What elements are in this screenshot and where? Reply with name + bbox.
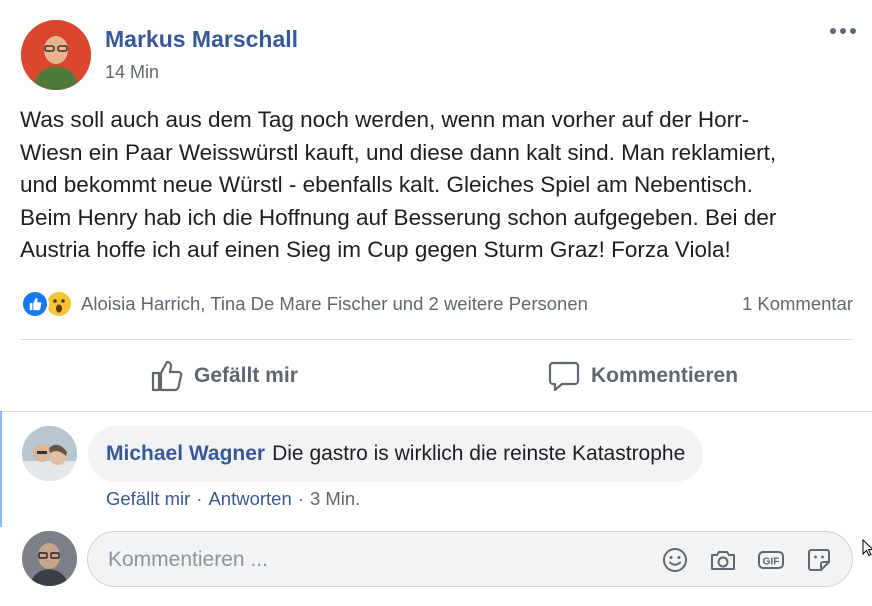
- comment-composer: GIF: [87, 531, 853, 588]
- wow-icon: [45, 290, 73, 318]
- meta-separator: ·: [196, 488, 203, 509]
- comment-like-link[interactable]: Gefällt mir: [106, 488, 190, 510]
- comment-button-label: Kommentieren: [591, 364, 739, 387]
- post-author-name[interactable]: Markus Marschall: [105, 26, 298, 53]
- post-text: Was soll auch aus dem Tag noch werden, w…: [20, 107, 777, 262]
- commenter-avatar[interactable]: [22, 426, 77, 481]
- comment-reply-link[interactable]: Antworten: [208, 488, 291, 510]
- gif-icon[interactable]: GIF: [754, 543, 788, 577]
- mouse-cursor-icon: [862, 539, 872, 557]
- comment-bubble: Michael Wagner Die gastro is wirklich di…: [88, 426, 704, 482]
- divider: [21, 339, 853, 340]
- comment-bubble-icon: [548, 361, 580, 392]
- comment-count[interactable]: 1 Kommentar: [742, 293, 853, 315]
- emoji-icon[interactable]: [658, 543, 692, 577]
- reactions-summary[interactable]: Aloisia Harrich, Tina De Mare Fischer un…: [21, 289, 588, 319]
- reaction-names[interactable]: Aloisia Harrich, Tina De Mare Fischer un…: [81, 293, 588, 315]
- like-icon: [21, 290, 49, 318]
- more-options-icon[interactable]: [826, 18, 860, 44]
- comment-button[interactable]: Kommentieren: [547, 355, 738, 397]
- author-avatar[interactable]: [21, 20, 91, 90]
- comment-thread-indicator: [0, 411, 2, 527]
- like-button-label: Gefällt mir: [194, 364, 298, 387]
- comment-author[interactable]: Michael Wagner: [106, 442, 265, 466]
- current-user-avatar[interactable]: [22, 531, 77, 586]
- comment-time[interactable]: 3 Min.: [310, 488, 360, 510]
- sticker-icon[interactable]: [802, 543, 836, 577]
- comment-input[interactable]: [106, 532, 650, 588]
- like-button[interactable]: Gefällt mir: [150, 355, 298, 397]
- comment-meta: Gefällt mir · Antworten · 3 Min.: [106, 488, 360, 510]
- comment-text: Die gastro is wirklich die reinste Katas…: [272, 442, 686, 465]
- post-timestamp[interactable]: 14 Min: [105, 62, 159, 83]
- camera-icon[interactable]: [706, 543, 740, 577]
- thumbs-up-icon: [151, 360, 183, 392]
- post-card: Markus Marschall 14 Min Was soll auch au…: [0, 0, 872, 606]
- svg-text:GIF: GIF: [763, 557, 780, 568]
- meta-separator: ·: [297, 488, 304, 509]
